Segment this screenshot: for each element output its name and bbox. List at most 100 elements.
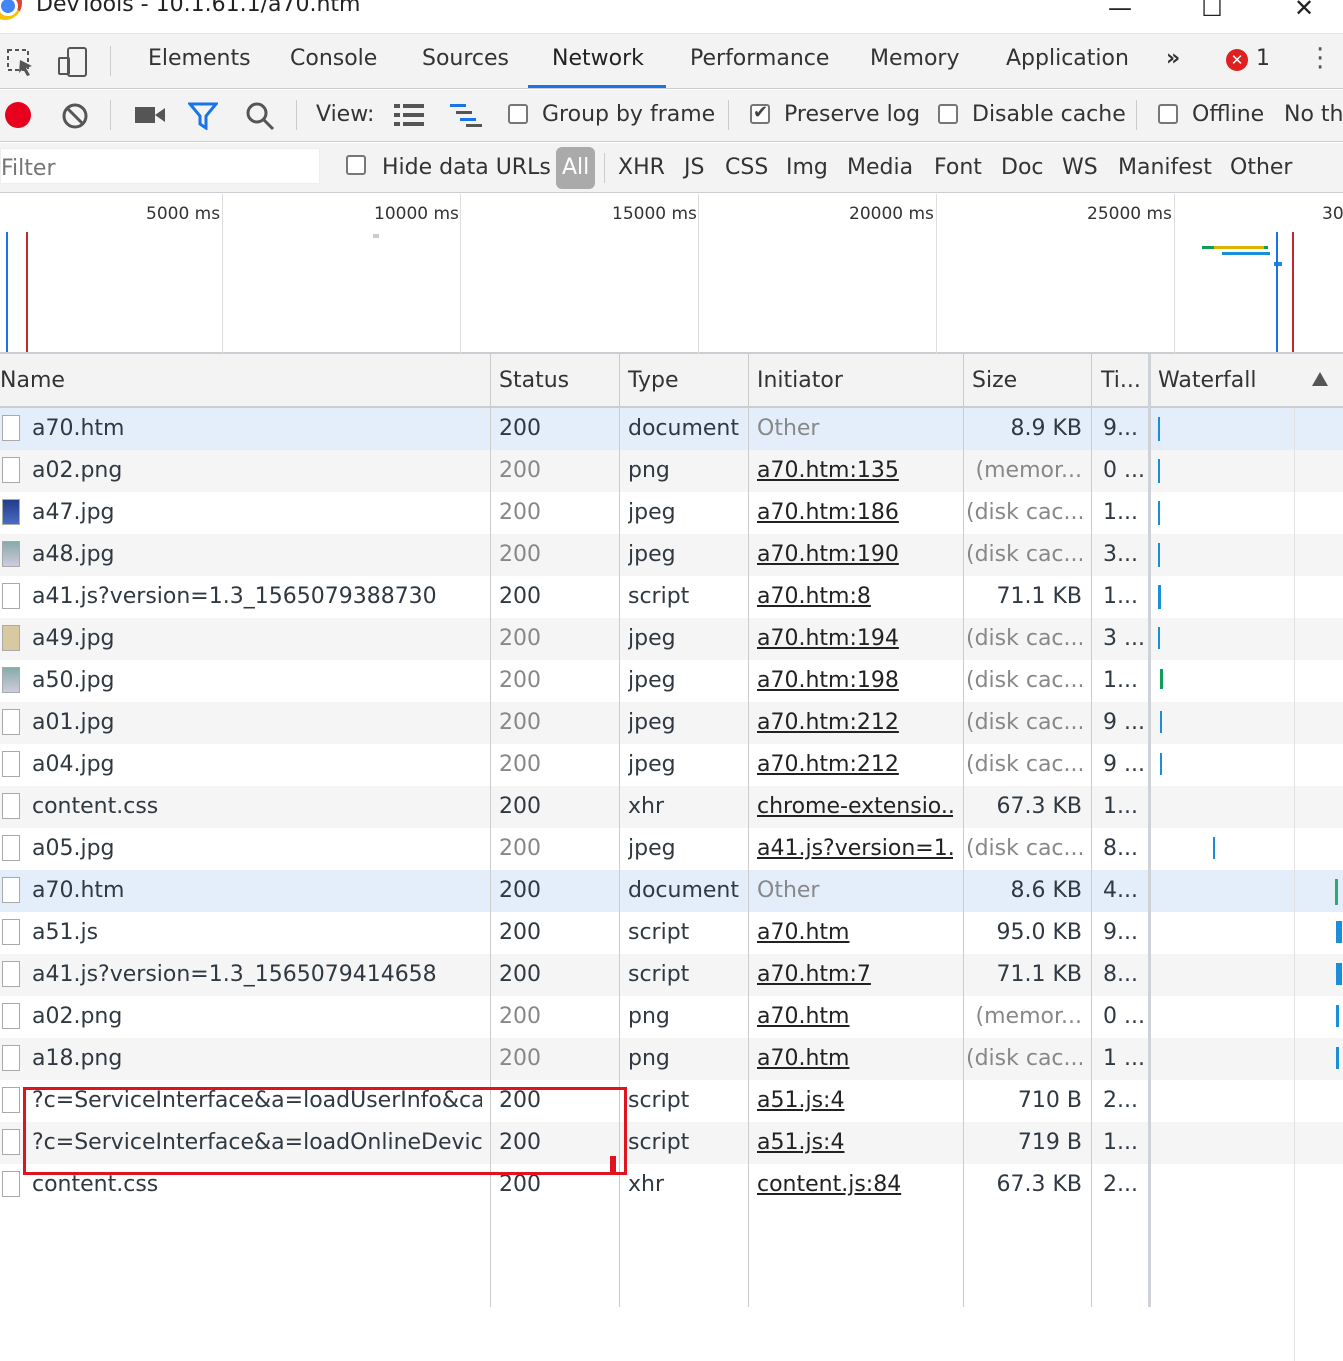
overview-tick: 10000 ms — [374, 204, 459, 224]
time-cell: 9 ... — [1103, 710, 1143, 735]
filter-type-ws[interactable]: WS — [1062, 155, 1098, 180]
name-cell: a48.jpg — [32, 542, 115, 567]
tab-application[interactable]: Application — [1002, 46, 1133, 71]
tab-network[interactable]: Network — [548, 46, 648, 71]
screenshot-camera-icon[interactable] — [134, 104, 166, 126]
column-size[interactable]: Size — [972, 368, 1017, 393]
initiator-cell[interactable]: a70.htm — [757, 1004, 953, 1029]
throttling-select[interactable]: No th — [1284, 102, 1343, 127]
filter-type-xhr[interactable]: XHR — [618, 155, 665, 180]
clear-icon[interactable] — [60, 101, 90, 131]
waterfall-view-icon[interactable] — [450, 104, 484, 128]
initiator-cell[interactable]: a51.js:4 — [757, 1130, 953, 1155]
table-row[interactable]: a70.htm 200 document Other 8.9 KB 9... — [0, 408, 1343, 450]
initiator-cell[interactable]: a70.htm — [757, 1046, 953, 1071]
initiator-cell[interactable]: a70.htm:198 — [757, 668, 953, 693]
table-row[interactable]: a48.jpg 200 jpeg a70.htm:190 (disk cac... 3..… — [0, 534, 1343, 576]
table-row[interactable]: a41.js?version=1.3_1565079414658 200 scrip… — [0, 954, 1343, 996]
kebab-menu-icon[interactable]: · · · — [1316, 37, 1324, 81]
file-icon — [2, 1087, 20, 1113]
tab-elements[interactable]: Elements — [144, 46, 255, 71]
filter-type-font[interactable]: Font — [934, 155, 982, 180]
initiator-cell[interactable]: a70.htm:212 — [757, 752, 953, 777]
size-cell: 67.3 KB — [996, 794, 1083, 819]
table-row[interactable]: a18.png 200 png a70.htm (disk cac... 1 ... — [0, 1038, 1343, 1080]
table-row[interactable]: a70.htm 200 document Other 8.6 KB 4... — [0, 870, 1343, 912]
maximize-button[interactable]: ☐ — [1192, 0, 1232, 28]
search-icon[interactable] — [244, 100, 276, 132]
initiator-cell[interactable]: a70.htm:212 — [757, 710, 953, 735]
network-overview[interactable]: 5000 ms 10000 ms 15000 ms 20000 ms 25000… — [0, 194, 1343, 354]
size-cell: (memor... — [975, 458, 1082, 483]
error-count[interactable]: 1 — [1252, 46, 1274, 71]
file-icon — [2, 877, 20, 903]
group-by-frame-checkbox[interactable] — [508, 104, 528, 124]
tab-memory[interactable]: Memory — [866, 46, 963, 71]
filter-type-doc[interactable]: Doc — [1001, 155, 1044, 180]
inspect-element-icon[interactable] — [6, 48, 36, 78]
initiator-cell[interactable]: content.js:84 — [757, 1172, 953, 1197]
initiator-cell[interactable]: a51.js:4 — [757, 1088, 953, 1113]
initiator-cell[interactable]: a70.htm:8 — [757, 584, 953, 609]
column-waterfall[interactable]: Waterfall — [1158, 368, 1256, 393]
column-time[interactable]: Ti... — [1101, 368, 1141, 393]
error-icon[interactable]: ✕ — [1226, 49, 1248, 71]
filter-type-manifest[interactable]: Manifest — [1118, 155, 1212, 180]
table-row[interactable]: a47.jpg 200 jpeg a70.htm:186 (disk cac... 1..… — [0, 492, 1343, 534]
table-row[interactable]: content.css 200 xhr chrome-extensio... 67.3 … — [0, 786, 1343, 828]
record-icon[interactable] — [5, 102, 31, 128]
table-row[interactable]: a02.png 200 png a70.htm:135 (memor... 0 ... — [0, 450, 1343, 492]
file-icon — [2, 667, 20, 693]
size-cell: 8.9 KB — [1010, 416, 1083, 441]
initiator-cell[interactable]: a70.htm:7 — [757, 962, 953, 987]
table-row[interactable]: a49.jpg 200 jpeg a70.htm:194 (disk cac... 3 .… — [0, 618, 1343, 660]
filter-type-media[interactable]: Media — [847, 155, 913, 180]
table-row[interactable]: a51.js 200 script a70.htm 95.0 KB 9... — [0, 912, 1343, 954]
table-row[interactable]: a04.jpg 200 jpeg a70.htm:212 (disk cac... 9 .… — [0, 744, 1343, 786]
offline-checkbox[interactable] — [1158, 104, 1178, 124]
filter-type-css[interactable]: CSS — [725, 155, 768, 180]
table-row[interactable]: a50.jpg 200 jpeg a70.htm:198 (disk cac... 1..… — [0, 660, 1343, 702]
table-row[interactable]: a41.js?version=1.3_1565079388730 200 scrip… — [0, 576, 1343, 618]
minimize-button[interactable]: — — [1100, 0, 1140, 28]
device-toolbar-icon[interactable] — [56, 46, 90, 78]
initiator-cell[interactable]: a70.htm — [757, 920, 953, 945]
name-cell: a41.js?version=1.3_1565079414658 — [32, 962, 437, 987]
waterfall-bar — [1160, 711, 1162, 733]
waterfall-bar — [1158, 501, 1160, 525]
filter-input[interactable] — [0, 148, 320, 184]
close-window-button[interactable]: ✕ — [1284, 0, 1324, 28]
tab-performance[interactable]: Performance — [686, 46, 833, 71]
initiator-cell[interactable]: a70.htm:135 — [757, 458, 953, 483]
name-cell: a41.js?version=1.3_1565079388730 — [32, 584, 437, 609]
table-row[interactable]: a02.png 200 png a70.htm (memor... 0 ... — [0, 996, 1343, 1038]
initiator-cell[interactable]: a70.htm:194 — [757, 626, 953, 651]
table-row[interactable]: a01.jpg 200 jpeg a70.htm:212 (disk cac... 9 .… — [0, 702, 1343, 744]
filter-funnel-icon[interactable] — [188, 102, 218, 130]
column-type[interactable]: Type — [628, 368, 679, 393]
preserve-log-checkbox[interactable] — [750, 102, 770, 124]
initiator-cell[interactable]: a41.js?version=1... — [757, 836, 953, 861]
sort-ascending-icon[interactable] — [1312, 372, 1328, 386]
filter-type-img[interactable]: Img — [786, 155, 828, 180]
initiator-cell[interactable]: a70.htm:186 — [757, 500, 953, 525]
tab-console[interactable]: Console — [286, 46, 381, 71]
disable-cache-checkbox[interactable] — [938, 104, 958, 124]
column-name[interactable]: Name — [0, 368, 65, 393]
large-rows-icon[interactable] — [394, 104, 424, 126]
filter-type-all[interactable]: All — [556, 147, 596, 189]
filter-type-other[interactable]: Other — [1230, 155, 1292, 180]
hide-data-urls-checkbox[interactable] — [346, 155, 366, 175]
table-row[interactable]: a05.jpg 200 jpeg a41.js?version=1... (disk c… — [0, 828, 1343, 870]
filter-type-js[interactable]: JS — [684, 155, 704, 180]
column-status[interactable]: Status — [499, 368, 569, 393]
more-tabs-icon[interactable]: » — [1162, 46, 1184, 71]
initiator-cell[interactable]: chrome-extensio... — [757, 794, 953, 819]
time-cell: 8... — [1103, 962, 1138, 987]
size-cell: 71.1 KB — [996, 584, 1083, 609]
tab-sources[interactable]: Sources — [418, 46, 513, 71]
initiator-cell[interactable]: a70.htm:190 — [757, 542, 953, 567]
column-initiator[interactable]: Initiator — [757, 368, 843, 393]
disable-cache-label: Disable cache — [972, 102, 1126, 127]
time-cell: 2... — [1103, 1088, 1138, 1113]
